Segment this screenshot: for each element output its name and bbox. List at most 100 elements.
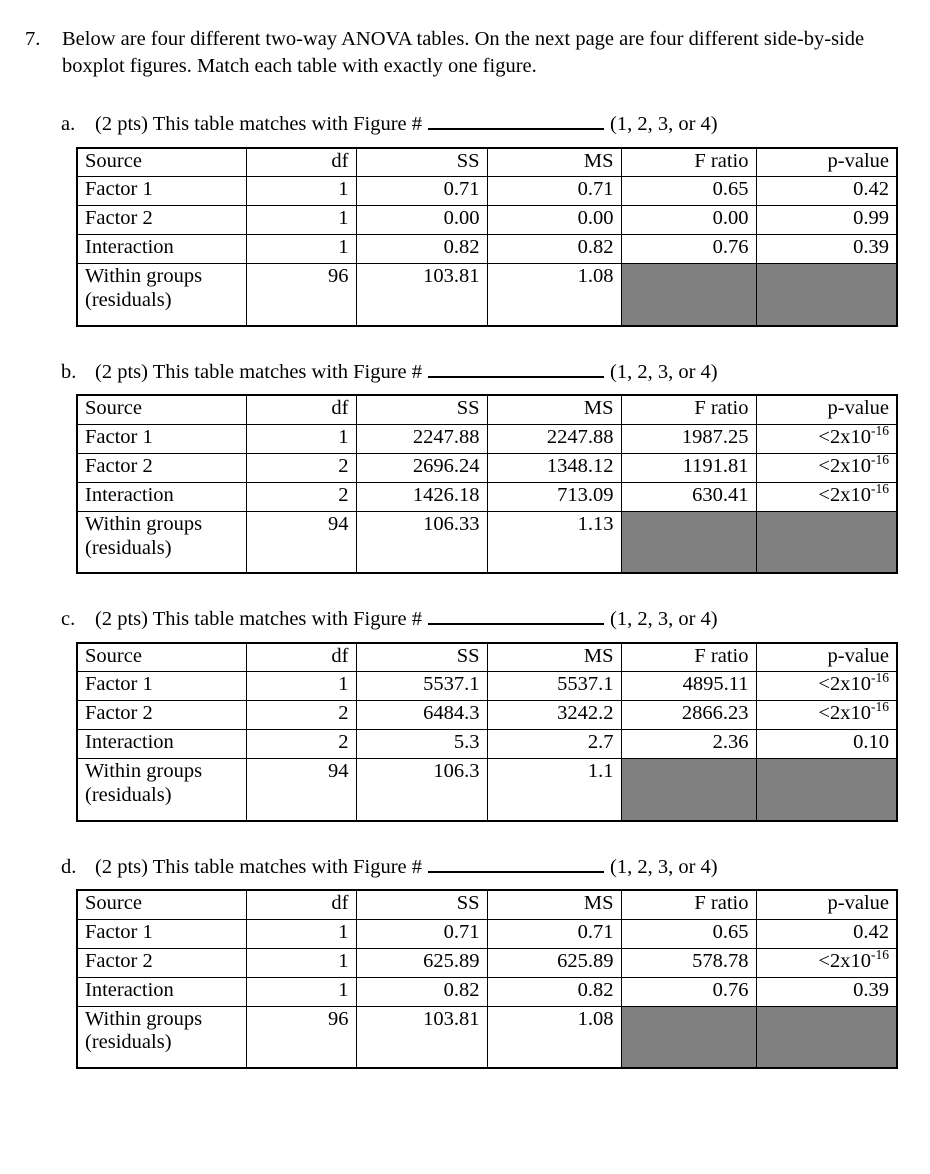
cell-ss: 2247.88 bbox=[355, 423, 488, 454]
cell-ss-residuals: 103.81 bbox=[355, 1005, 488, 1069]
residual-label-line2: (residuals) bbox=[85, 1031, 172, 1054]
column-header-f-ratio: F ratio bbox=[620, 147, 757, 178]
figure-number-answer-blank[interactable] bbox=[428, 852, 604, 873]
residual-label-line1: Within groups bbox=[85, 760, 203, 783]
cell-ss: 0.82 bbox=[355, 234, 488, 265]
table-header-row: Source df SS MS F ratio p-value bbox=[76, 889, 898, 920]
cell-df: 2 bbox=[245, 700, 357, 731]
question-text: Below are four different two-way ANOVA t… bbox=[62, 28, 865, 77]
column-header-ms: MS bbox=[486, 642, 622, 673]
cell-ss: 5.3 bbox=[355, 729, 488, 760]
cell-source: Factor 2 bbox=[76, 947, 247, 978]
anova-table-wrapper: Source df SS MS F ratio p-value Factor 1 1 2247.… bbox=[18, 394, 898, 575]
cell-source-residuals: Within groups (residuals) bbox=[76, 263, 247, 327]
figure-number-answer-blank[interactable] bbox=[428, 604, 604, 626]
cell-source: Interaction bbox=[76, 976, 247, 1007]
residual-label-line2: (residuals) bbox=[85, 784, 172, 806]
cell-ss: 5537.1 bbox=[355, 671, 488, 702]
column-header-ss: SS bbox=[355, 889, 488, 920]
part-prompt-line: c. (2 pts) This table matches with Figure… bbox=[18, 604, 890, 632]
cell-ms-residuals: 1.08 bbox=[486, 1005, 622, 1069]
cell-ss-residuals: 103.81 bbox=[355, 263, 488, 327]
column-header-ms: MS bbox=[486, 394, 622, 425]
cell-ms: 5537.1 bbox=[486, 671, 622, 702]
cell-f-ratio-shaded bbox=[620, 263, 757, 327]
part-suffix-text: (1, 2, 3, or 4) bbox=[610, 360, 718, 383]
cell-p-value: <2x10-16 bbox=[755, 671, 898, 702]
column-header-source: Source bbox=[76, 642, 247, 673]
table-row: Factor 1 1 2247.88 2247.88 1987.25 <2x10-16 bbox=[76, 423, 898, 454]
p-value-exponent: -16 bbox=[870, 424, 889, 438]
table-row: Factor 1 1 0.71 0.71 0.65 0.42 bbox=[76, 918, 898, 949]
table-row: Interaction 2 1426.18 713.09 630.41 <2x10-16 bbox=[76, 481, 898, 512]
table-row: Interaction 1 0.82 0.82 0.76 0.39 bbox=[76, 976, 898, 1007]
part-c: c. (2 pts) This table matches with Figure… bbox=[18, 604, 898, 822]
p-value-base: 0.42 bbox=[853, 178, 889, 201]
part-prompt-text: (2 pts) This table matches with Figure # bbox=[95, 855, 422, 878]
anova-table-wrapper: Source df SS MS F ratio p-value Factor 1 1 0.71 0… bbox=[18, 146, 898, 327]
cell-ss: 0.71 bbox=[355, 918, 488, 949]
cell-ss: 0.71 bbox=[355, 176, 488, 207]
part-suffix-text: (1, 2, 3, or 4) bbox=[610, 608, 718, 631]
cell-df: 1 bbox=[245, 205, 357, 236]
table-row-residuals: Within groups (residuals) 96 103.81 1.08 bbox=[76, 1005, 898, 1069]
table-row: Factor 2 2 6484.3 3242.2 2866.23 <2x10-16 bbox=[76, 700, 898, 731]
table-row-residuals: Within groups (residuals) 96 103.81 1.08 bbox=[76, 263, 898, 327]
residual-label-line2: (residuals) bbox=[85, 536, 172, 559]
cell-f-ratio-shaded bbox=[620, 1005, 757, 1069]
cell-source: Factor 1 bbox=[76, 176, 247, 207]
p-value-base: 0.42 bbox=[853, 920, 889, 943]
column-header-ms: MS bbox=[486, 889, 622, 920]
figure-number-answer-blank[interactable] bbox=[428, 109, 604, 131]
column-header-p-value: p-value bbox=[755, 642, 898, 673]
cell-p-value: <2x10-16 bbox=[755, 947, 898, 978]
cell-df: 2 bbox=[245, 481, 357, 512]
part-letter: b. bbox=[61, 360, 77, 383]
cell-p-value-shaded bbox=[755, 510, 898, 574]
cell-f-ratio: 1987.25 bbox=[620, 423, 757, 454]
cell-f-ratio: 0.65 bbox=[620, 918, 757, 949]
cell-f-ratio: 0.76 bbox=[620, 976, 757, 1007]
cell-df-residuals: 94 bbox=[245, 758, 357, 822]
column-header-ss: SS bbox=[355, 642, 488, 673]
cell-p-value-shaded bbox=[755, 758, 898, 822]
part-letter: a. bbox=[61, 113, 76, 136]
column-header-p-value: p-value bbox=[755, 147, 898, 178]
cell-ms: 0.00 bbox=[486, 205, 622, 236]
cell-ss: 1426.18 bbox=[355, 481, 488, 512]
parts-container: a. (2 pts) This table matches with Figure… bbox=[18, 109, 898, 1070]
cell-ss: 0.00 bbox=[355, 205, 488, 236]
cell-f-ratio: 0.65 bbox=[620, 176, 757, 207]
p-value-exponent: -16 bbox=[870, 671, 889, 686]
part-prompt-line: b. (2 pts) This table matches with Figure… bbox=[18, 357, 890, 385]
p-value-base: <2x10 bbox=[818, 425, 871, 448]
cell-f-ratio-shaded bbox=[620, 758, 757, 822]
anova-table: Source df SS MS F ratio p-value Factor 1 1 0.71 0… bbox=[76, 146, 898, 327]
cell-f-ratio: 1191.81 bbox=[620, 452, 757, 483]
p-value-base: <2x10 bbox=[818, 702, 871, 725]
table-row: Interaction 1 0.82 0.82 0.76 0.39 bbox=[76, 234, 898, 265]
column-header-df: df bbox=[245, 394, 357, 425]
cell-p-value: <2x10-16 bbox=[755, 423, 898, 454]
cell-f-ratio-shaded bbox=[620, 510, 757, 574]
cell-ss-residuals: 106.3 bbox=[355, 758, 488, 822]
part-prompt-text: (2 pts) This table matches with Figure # bbox=[95, 113, 422, 136]
column-header-ms: MS bbox=[486, 147, 622, 178]
cell-df: 1 bbox=[245, 918, 357, 949]
column-header-df: df bbox=[245, 147, 357, 178]
p-value-exponent: -16 bbox=[870, 482, 889, 496]
cell-ms: 0.71 bbox=[486, 176, 622, 207]
part-suffix-text: (1, 2, 3, or 4) bbox=[610, 855, 718, 878]
figure-number-answer-blank[interactable] bbox=[428, 357, 604, 378]
cell-p-value-shaded bbox=[755, 263, 898, 327]
p-value-base: <2x10 bbox=[818, 483, 871, 506]
cell-df: 1 bbox=[245, 423, 357, 454]
cell-ms: 1348.12 bbox=[486, 452, 622, 483]
column-header-ss: SS bbox=[355, 147, 488, 178]
question-number: 7. bbox=[25, 28, 41, 50]
cell-ms: 713.09 bbox=[486, 481, 622, 512]
cell-source: Interaction bbox=[76, 234, 247, 265]
table-header-row: Source df SS MS F ratio p-value bbox=[76, 147, 898, 178]
p-value-base: 0.10 bbox=[853, 731, 889, 754]
part-a: a. (2 pts) This table matches with Figure… bbox=[18, 109, 898, 327]
